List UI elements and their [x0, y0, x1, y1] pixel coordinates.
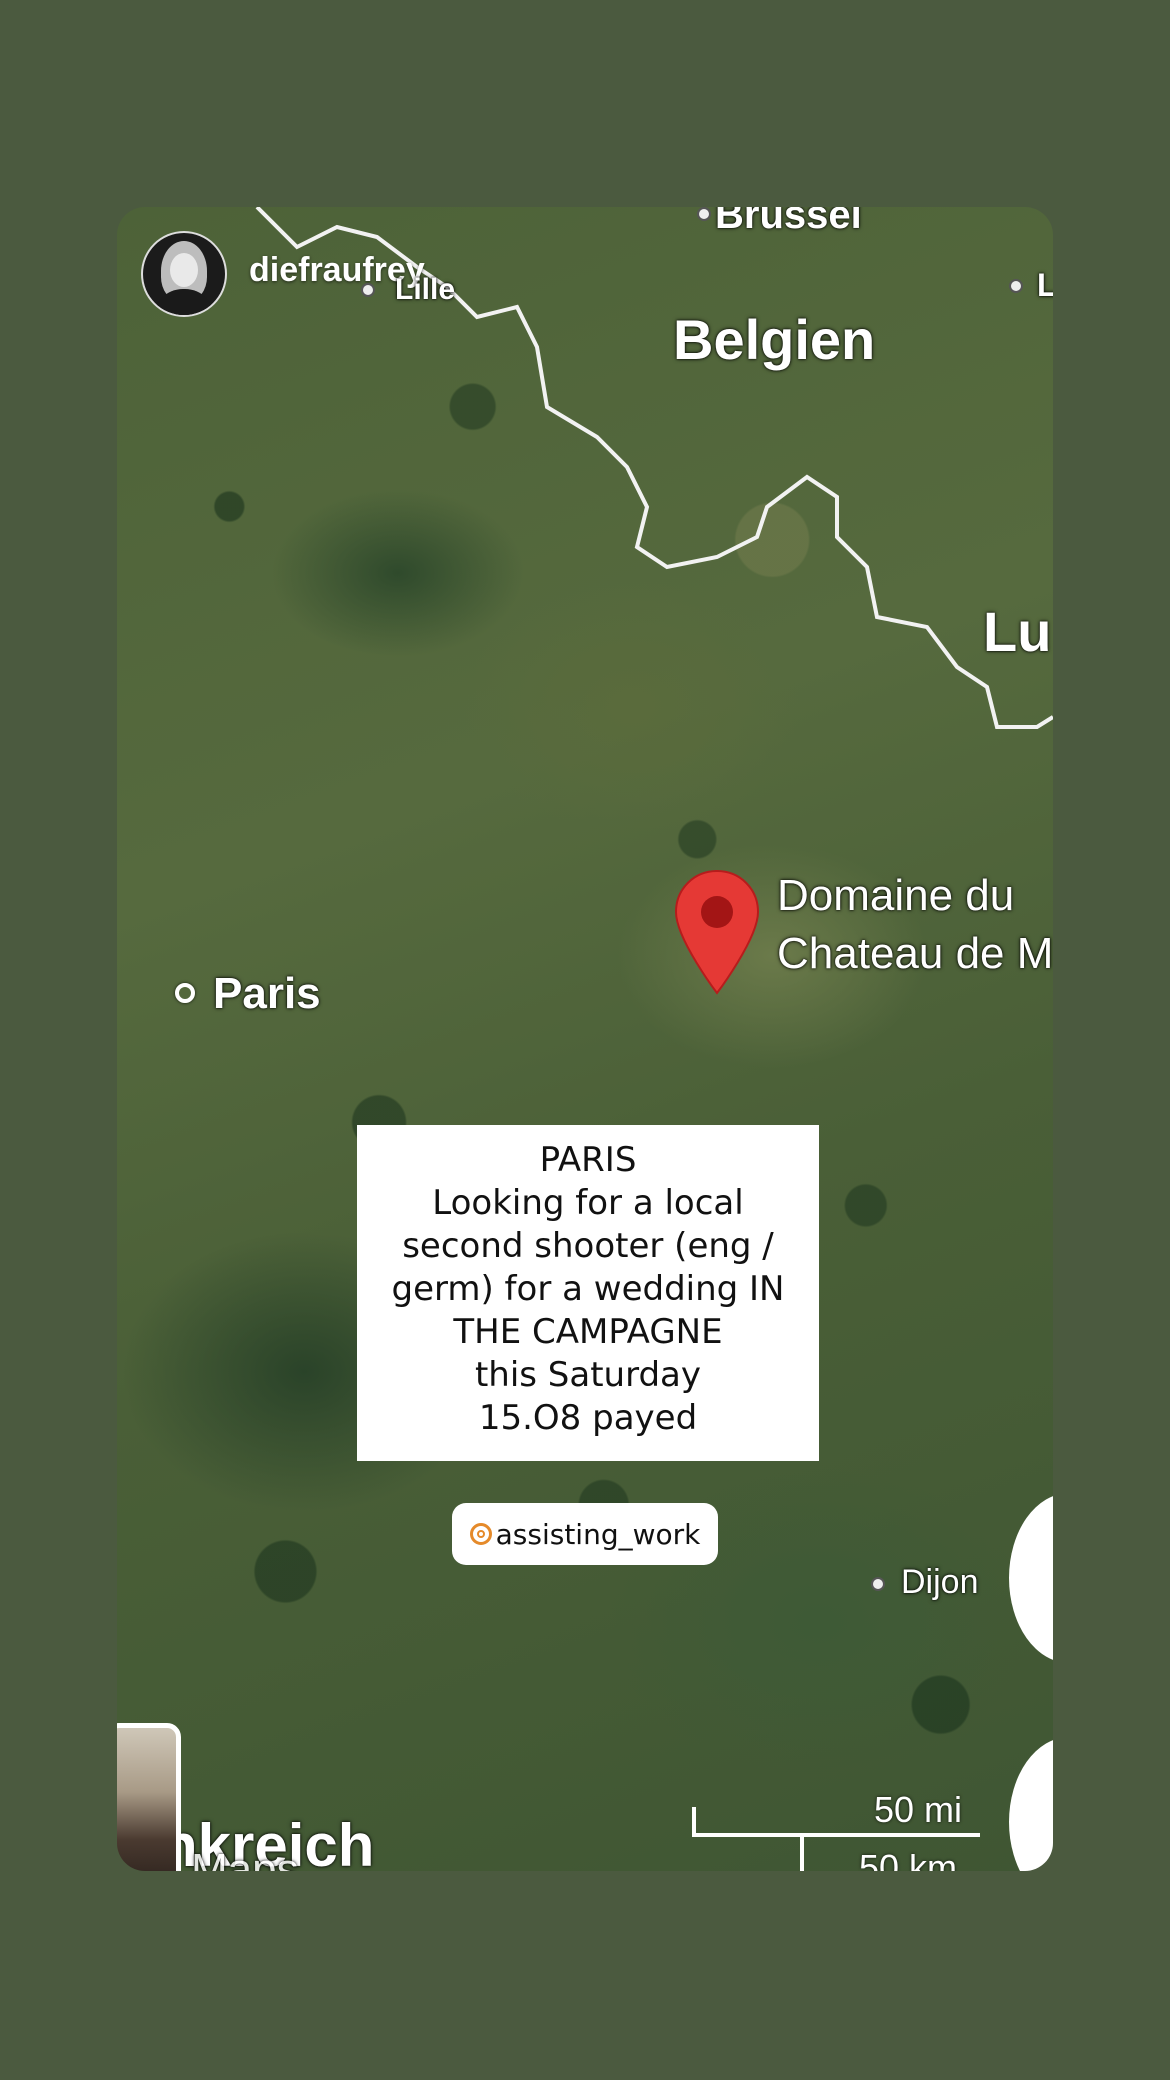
map-label-maps-watermark: Maps — [191, 1845, 299, 1871]
photo-thumbnail[interactable] — [117, 1723, 181, 1871]
profile-avatar[interactable] — [141, 231, 227, 317]
story-text-line: second shooter (eng / — [402, 1226, 774, 1266]
scale-label-miles: 50 mi — [874, 1789, 963, 1830]
lille-dot — [361, 283, 375, 297]
story-text-line: germ) for a wedding IN — [391, 1269, 785, 1309]
story-text-line: PARIS — [539, 1140, 637, 1180]
avatar-face — [170, 253, 198, 287]
story-text-box: PARIS Looking for a local second shooter… — [357, 1125, 819, 1461]
country-border-line — [255, 207, 1053, 729]
map-label-brussel: Brussel — [715, 207, 862, 237]
paris-marker — [175, 983, 195, 1003]
map-label-belgien: Belgien — [673, 308, 876, 371]
story-text-line: this Saturday — [474, 1355, 702, 1395]
map-label-luxembourg: Lu — [983, 600, 1052, 663]
avatar-body — [153, 289, 215, 315]
map-label-dijon: Dijon — [901, 1563, 979, 1601]
location-pin-icon[interactable] — [672, 867, 762, 997]
edge-dot — [1009, 279, 1023, 293]
mention-sticker[interactable]: assisting_work — [452, 1503, 718, 1565]
dijon-dot — [871, 1577, 885, 1591]
map-label-edge: L — [1037, 267, 1053, 303]
map-label-paris: Paris — [213, 969, 321, 1018]
threads-icon — [469, 1523, 492, 1545]
story-text-line: Looking for a local — [432, 1183, 744, 1223]
brussel-dot — [697, 207, 711, 221]
story-text-line: THE CAMPAGNE — [453, 1312, 723, 1352]
scale-label-km: 50 km — [859, 1847, 958, 1871]
map-label-lille: Lille — [395, 273, 456, 306]
map-label-pin-line1: Domaine du — [777, 871, 1015, 920]
mention-handle: assisting_work — [495, 1517, 701, 1551]
story-text-line: 15.O8 payed — [478, 1398, 698, 1438]
map-label-pin-line2: Chateau de M — [777, 929, 1053, 978]
story-card: diefraufrey Brussel Lille Belgien L Lu P… — [117, 207, 1053, 1871]
